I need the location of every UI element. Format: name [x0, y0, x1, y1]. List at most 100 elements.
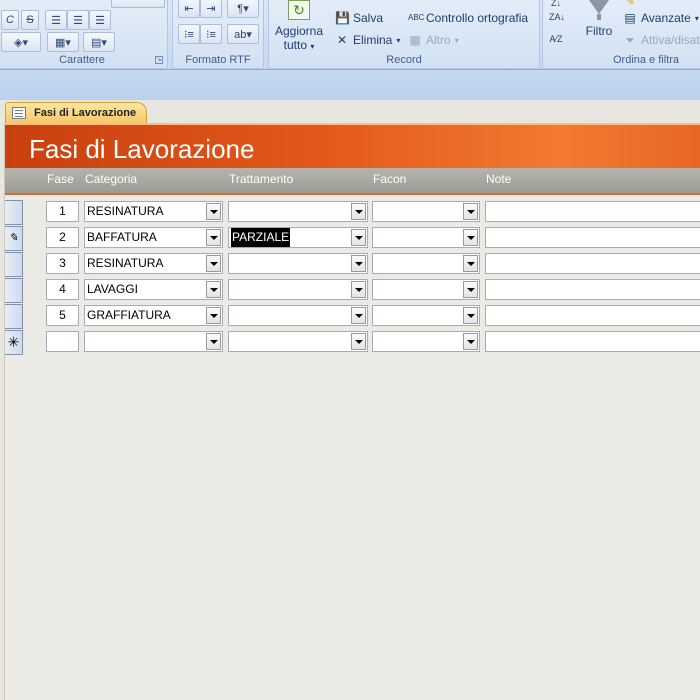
- facon-combo[interactable]: [372, 227, 480, 248]
- dropdown-arrow-icon[interactable]: [206, 229, 221, 246]
- alternate-fill-button[interactable]: ▤▾: [83, 32, 115, 52]
- fase-field[interactable]: [46, 331, 79, 352]
- group-carattere: C S ☰ ☰ ☰ ◈▾ ▦▾ ▤▾ Carattere ↘: [0, 0, 168, 69]
- paragraph-icon: ¶▾: [237, 2, 249, 15]
- record-selector[interactable]: [5, 304, 23, 329]
- note-field[interactable]: [485, 305, 700, 326]
- numbering-button[interactable]: ⁝≡: [200, 24, 222, 44]
- trattamento-combo[interactable]: [228, 201, 368, 222]
- highlight-icon: ab▾: [234, 28, 252, 41]
- bullets-button[interactable]: ⁝≡: [178, 24, 200, 44]
- dropdown-arrow-icon[interactable]: [206, 281, 221, 298]
- fase-field[interactable]: 2: [46, 227, 79, 248]
- align-left-button[interactable]: ☰: [45, 10, 67, 30]
- fase-field[interactable]: 4: [46, 279, 79, 300]
- sort-za-icon: ZA↓: [549, 12, 566, 22]
- categoria-value: GRAFFIATURA: [87, 308, 171, 322]
- categoria-value: LAVAGGI: [87, 282, 138, 296]
- facon-combo[interactable]: [372, 305, 480, 326]
- dropdown-arrow-icon[interactable]: [463, 255, 478, 272]
- note-field[interactable]: [485, 279, 700, 300]
- record-selector[interactable]: ✎: [5, 226, 23, 251]
- facon-combo[interactable]: [372, 279, 480, 300]
- avanzate-button[interactable]: ▤ Avanzate ▾: [623, 11, 699, 25]
- record-selector[interactable]: [5, 252, 23, 277]
- dropdown-arrow-icon[interactable]: [206, 255, 221, 272]
- record-selector[interactable]: [5, 278, 23, 303]
- dropdown-arrow-icon[interactable]: [351, 307, 366, 324]
- selection-icon: ✎: [624, 0, 636, 8]
- controllo-ortografia-button[interactable]: ABC Controllo ortografia: [408, 11, 528, 25]
- italic-button[interactable]: C: [1, 10, 19, 30]
- align-center-icon: ☰: [73, 14, 83, 27]
- categoria-combo[interactable]: [84, 331, 223, 352]
- dropdown-arrow-icon[interactable]: [463, 307, 478, 324]
- dropdown-arrow-icon[interactable]: [351, 255, 366, 272]
- font-box[interactable]: [111, 0, 165, 8]
- fase-field[interactable]: 1: [46, 201, 79, 222]
- dropdown-arrow-icon[interactable]: [351, 203, 366, 220]
- facon-combo[interactable]: [372, 201, 480, 222]
- highlight-button[interactable]: ab▾: [227, 24, 259, 44]
- note-field[interactable]: [485, 331, 700, 352]
- indent-button[interactable]: ⇥: [200, 0, 222, 18]
- paragraph-button[interactable]: ¶▾: [227, 0, 259, 18]
- outdent-button[interactable]: ⇤: [178, 0, 200, 18]
- dropdown-arrow-icon[interactable]: [463, 281, 478, 298]
- dropdown-arrow-icon[interactable]: [351, 229, 366, 246]
- group-label-carattere: Carattere: [59, 54, 105, 66]
- note-field[interactable]: [485, 201, 700, 222]
- paint-bucket-icon: ◈▾: [14, 36, 28, 49]
- align-right-button[interactable]: ☰: [89, 10, 111, 30]
- filtro-button[interactable]: Filtro: [581, 0, 617, 44]
- trattamento-combo[interactable]: PARZIALE: [228, 227, 368, 248]
- trattamento-combo[interactable]: [228, 279, 368, 300]
- selezione-button[interactable]: ✎: [623, 0, 637, 8]
- sort-descending-button[interactable]: ZA↓: [549, 10, 566, 24]
- categoria-combo[interactable]: BAFFATURA: [84, 227, 223, 248]
- dropdown-arrow-icon[interactable]: [463, 229, 478, 246]
- tab-fasi-di-lavorazione[interactable]: Fasi di Lavorazione: [5, 102, 148, 123]
- strikethrough-button[interactable]: S: [21, 10, 39, 30]
- altro-button[interactable]: ▦ Altro ▾: [408, 33, 458, 47]
- categoria-combo[interactable]: LAVAGGI: [84, 279, 223, 300]
- dropdown-arrow-icon[interactable]: [463, 333, 478, 350]
- dropdown-arrow-icon[interactable]: [351, 333, 366, 350]
- dialog-launcher-icon[interactable]: ↘: [155, 56, 163, 64]
- note-field[interactable]: [485, 227, 700, 248]
- grid-icon: ▦▾: [55, 36, 71, 49]
- align-center-button[interactable]: ☰: [67, 10, 89, 30]
- elimina-button[interactable]: ✕ Elimina ▾: [335, 33, 400, 47]
- salva-button[interactable]: 💾 Salva: [335, 11, 383, 25]
- new-record-selector[interactable]: ✳: [5, 330, 23, 355]
- fase-field[interactable]: 3: [46, 253, 79, 274]
- record-selector[interactable]: [5, 200, 23, 225]
- dropdown-arrow-icon[interactable]: [351, 281, 366, 298]
- ribbon: C S ☰ ☰ ☰ ◈▾ ▦▾ ▤▾ Carattere ↘ ⇤ ⇥ ¶▾ ⁝≡…: [0, 0, 700, 70]
- attiva-disattiva-filtro-button[interactable]: ⏷ Attiva/disatt: [623, 33, 700, 47]
- trattamento-combo[interactable]: [228, 253, 368, 274]
- categoria-combo[interactable]: RESINATURA: [84, 253, 223, 274]
- categoria-combo[interactable]: GRAFFIATURA: [84, 305, 223, 326]
- trattamento-combo[interactable]: [228, 305, 368, 326]
- aggiorna-label: Aggiorna: [274, 24, 324, 38]
- fill-color-button[interactable]: ◈▾: [1, 32, 41, 52]
- dropdown-arrow-icon[interactable]: [463, 203, 478, 220]
- spellcheck-icon: ABC: [408, 13, 425, 22]
- trattamento-combo[interactable]: [228, 331, 368, 352]
- dropdown-arrow-icon[interactable]: [206, 333, 221, 350]
- dropdown-arrow-icon[interactable]: [206, 307, 221, 324]
- chevron-down-icon: ▾: [396, 35, 401, 45]
- aggiorna-tutto-button[interactable]: ↻ Aggiorna tutto ▾: [271, 0, 327, 54]
- note-field[interactable]: [485, 253, 700, 274]
- facon-combo[interactable]: [372, 253, 480, 274]
- clear-sort-button[interactable]: A⁄Z: [549, 32, 563, 46]
- sort-ascending-button[interactable]: Z↓: [549, 0, 563, 10]
- advanced-filter-icon: ▤: [624, 11, 636, 25]
- gridlines-button[interactable]: ▦▾: [47, 32, 79, 52]
- bullet-list-icon: ⁝≡: [184, 28, 194, 41]
- facon-combo[interactable]: [372, 331, 480, 352]
- dropdown-arrow-icon[interactable]: [206, 203, 221, 220]
- fase-field[interactable]: 5: [46, 305, 79, 326]
- categoria-combo[interactable]: RESINATURA: [84, 201, 223, 222]
